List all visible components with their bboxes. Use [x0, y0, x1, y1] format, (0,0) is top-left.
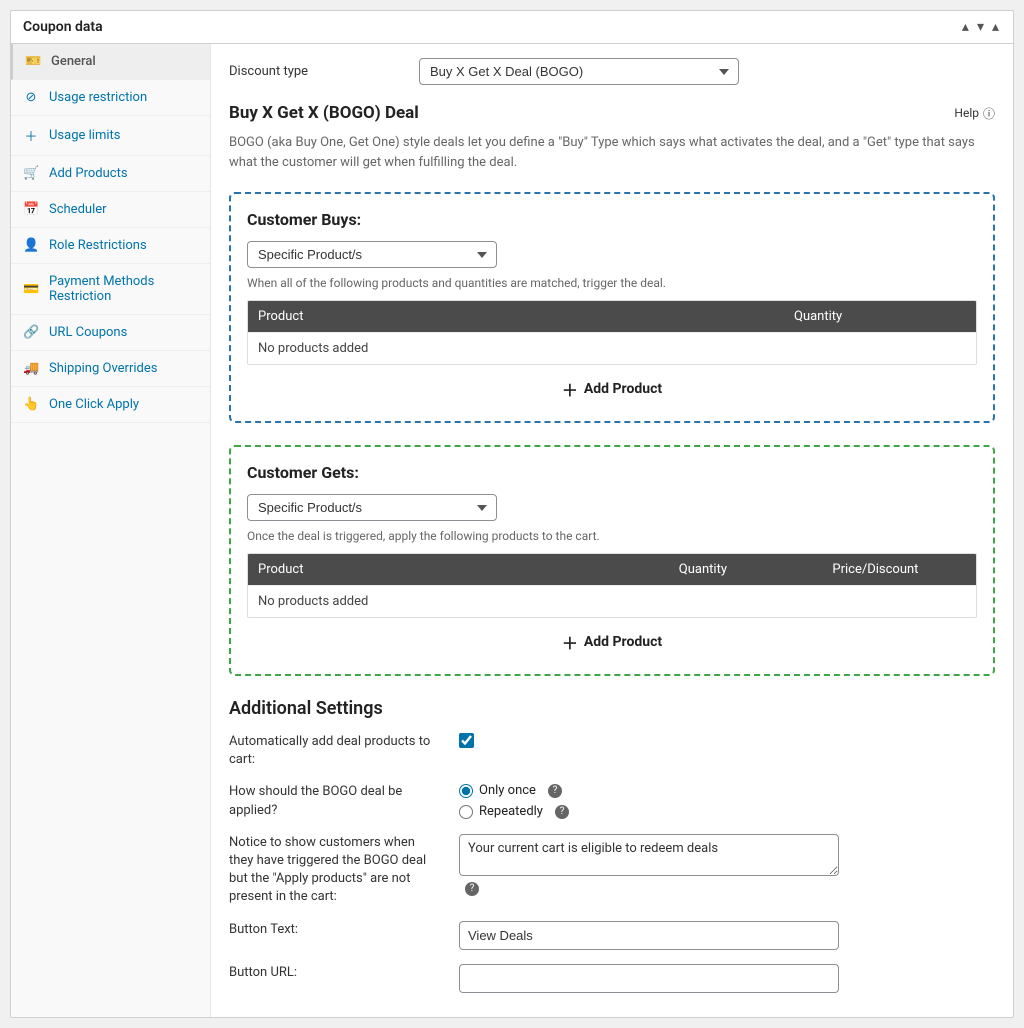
- sidebar-item-add-products[interactable]: 🛒 Add Products: [11, 156, 210, 192]
- buys-col-qty: Quantity: [784, 301, 976, 332]
- auto-add-label: Automatically add deal products to cart:: [229, 733, 439, 769]
- sidebar-item-label: Add Products: [49, 166, 128, 181]
- sidebar-item-label: Usage limits: [49, 128, 120, 143]
- sidebar-item-role-restrictions[interactable]: 👤 Role Restrictions: [11, 228, 210, 264]
- help-icon[interactable]: ?: [465, 882, 479, 896]
- chevron-down-icon[interactable]: ▾: [975, 19, 986, 35]
- sidebar: 🎫 General ⊘ Usage restriction ＋ Usage li…: [11, 44, 211, 1017]
- gets-empty: No products added: [248, 586, 976, 617]
- sidebar-item-usage-restriction[interactable]: ⊘ Usage restriction: [11, 80, 210, 116]
- gets-add-product[interactable]: ＋ Add Product: [247, 618, 977, 658]
- auto-add-checkbox[interactable]: [459, 733, 474, 748]
- customer-gets-title: Customer Gets:: [247, 463, 977, 482]
- sidebar-item-label: Scheduler: [49, 202, 107, 217]
- customer-buys-box: Customer Buys: Specific Product/s When a…: [229, 192, 995, 423]
- gets-col-qty: Quantity: [669, 554, 823, 585]
- add-product-label: Add Product: [584, 634, 662, 650]
- collapse-icon[interactable]: ▴: [990, 19, 1001, 35]
- bogo-section-title: Buy X Get X (BOGO) Deal: [229, 103, 419, 123]
- block-icon: ⊘: [23, 90, 39, 105]
- sidebar-item-label: General: [51, 54, 96, 69]
- cart-icon: 🛒: [23, 166, 39, 181]
- apply-mode-label: How should the BOGO deal be applied?: [229, 783, 439, 819]
- truck-icon: 🚚: [23, 361, 39, 376]
- apply-repeat-radio[interactable]: [459, 805, 473, 819]
- sidebar-item-label: URL Coupons: [49, 325, 127, 340]
- card-icon: 💳: [23, 282, 39, 297]
- link-icon: 🔗: [23, 325, 39, 340]
- plus-icon: ＋: [562, 630, 578, 654]
- buys-hint: When all of the following products and q…: [247, 276, 977, 290]
- chevron-up-icon[interactable]: ▴: [960, 19, 971, 35]
- user-icon: 👤: [23, 238, 39, 253]
- button-text-input[interactable]: [459, 921, 839, 950]
- sidebar-item-scheduler[interactable]: 📅 Scheduler: [11, 192, 210, 228]
- ticket-icon: 🎫: [25, 54, 41, 69]
- gets-type-select[interactable]: Specific Product/s: [247, 494, 497, 521]
- notice-label: Notice to show customers when they have …: [229, 834, 439, 907]
- help-icon[interactable]: ?: [555, 805, 569, 819]
- panel-title: Coupon data: [23, 19, 103, 35]
- buys-col-product: Product: [248, 301, 784, 332]
- add-product-label: Add Product: [584, 381, 662, 397]
- sidebar-item-label: Usage restriction: [49, 90, 147, 105]
- customer-gets-box: Customer Gets: Specific Product/s Once t…: [229, 445, 995, 676]
- sidebar-item-general[interactable]: 🎫 General: [11, 44, 210, 80]
- apply-repeat-label: Repeatedly: [479, 804, 543, 819]
- gets-col-price: Price/Discount: [822, 554, 976, 585]
- sidebar-item-label: One Click Apply: [49, 397, 139, 412]
- additional-title: Additional Settings: [229, 698, 995, 719]
- pointer-icon: 👆: [23, 397, 39, 412]
- gets-table: Product Quantity Price/Discount No produ…: [247, 553, 977, 618]
- sidebar-item-shipping-overrides[interactable]: 🚚 Shipping Overrides: [11, 351, 210, 387]
- gets-hint: Once the deal is triggered, apply the fo…: [247, 529, 977, 543]
- sidebar-item-label: Payment Methods Restriction: [49, 274, 198, 304]
- help-icon: ⓘ: [983, 105, 995, 122]
- sidebar-item-usage-limits[interactable]: ＋ Usage limits: [11, 116, 210, 156]
- buys-table: Product Quantity No products added: [247, 300, 977, 365]
- sidebar-item-payment-restriction[interactable]: 💳 Payment Methods Restriction: [11, 264, 210, 315]
- button-text-label: Button Text:: [229, 921, 439, 939]
- button-url-label: Button URL:: [229, 964, 439, 982]
- sidebar-item-label: Shipping Overrides: [49, 361, 157, 376]
- apply-once-label: Only once: [479, 783, 536, 798]
- help-label: Help: [954, 106, 979, 120]
- additional-settings: Additional Settings Automatically add de…: [229, 698, 995, 993]
- button-url-input[interactable]: [459, 964, 839, 993]
- sidebar-item-url-coupons[interactable]: 🔗 URL Coupons: [11, 315, 210, 351]
- sidebar-item-one-click-apply[interactable]: 👆 One Click Apply: [11, 387, 210, 423]
- calendar-icon: 📅: [23, 202, 39, 217]
- buys-add-product[interactable]: ＋ Add Product: [247, 365, 977, 405]
- notice-textarea[interactable]: Your current cart is eligible to redeem …: [459, 834, 839, 876]
- discount-type-label: Discount type: [229, 64, 359, 79]
- gets-col-product: Product: [248, 554, 669, 585]
- discount-type-select[interactable]: Buy X Get X Deal (BOGO): [419, 58, 739, 85]
- bogo-description: BOGO (aka Buy One, Get One) style deals …: [229, 133, 995, 172]
- plus-icon: ＋: [562, 377, 578, 401]
- apply-once-radio[interactable]: [459, 784, 473, 798]
- customer-buys-title: Customer Buys:: [247, 210, 977, 229]
- help-link[interactable]: Help ⓘ: [954, 105, 995, 122]
- plus-icon: ＋: [23, 126, 39, 145]
- buys-type-select[interactable]: Specific Product/s: [247, 241, 497, 268]
- help-icon[interactable]: ?: [548, 784, 562, 798]
- buys-empty: No products added: [248, 333, 976, 364]
- sidebar-item-label: Role Restrictions: [49, 238, 147, 253]
